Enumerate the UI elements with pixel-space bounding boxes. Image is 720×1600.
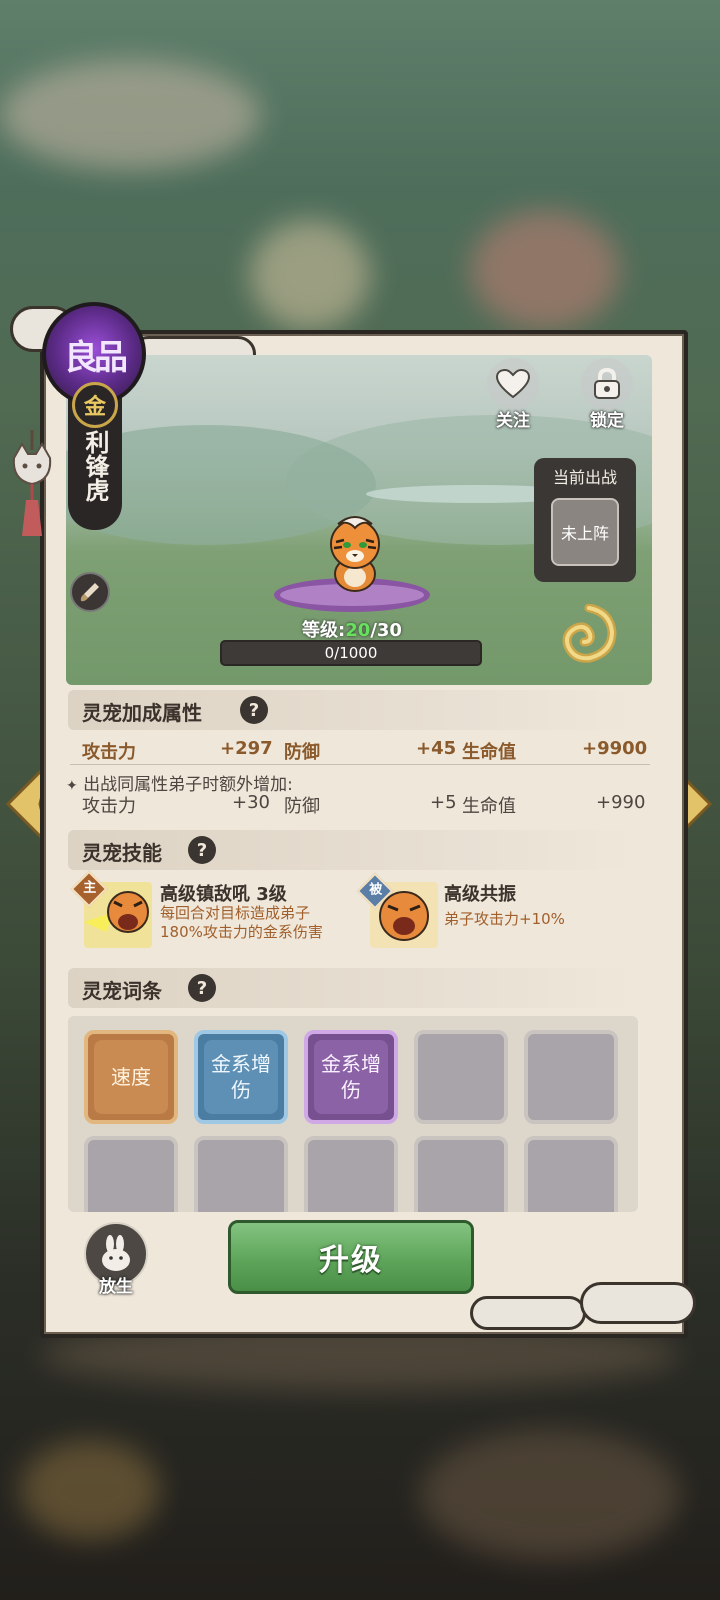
release-button[interactable]: 放生: [80, 1222, 152, 1297]
entry-slot-speed[interactable]: 速度: [84, 1030, 178, 1124]
bonus-defense-value: +5: [430, 792, 457, 813]
attributes-section-header: 灵宠加成属性 ?: [68, 690, 634, 730]
diamond-icon: ✦: [66, 778, 78, 794]
rabbit-icon: [102, 1235, 130, 1271]
attributes-help-icon[interactable]: ?: [240, 696, 268, 724]
deploy-title: 当前出战: [552, 468, 617, 487]
attributes-title: 灵宠加成属性: [82, 701, 202, 725]
passive-skill-name: 高级共振: [444, 884, 516, 905]
entries-help-icon[interactable]: ?: [188, 974, 216, 1002]
cloud-decoration: [580, 1282, 696, 1324]
deploy-slot[interactable]: 未上阵: [551, 498, 619, 566]
level-max: /30: [370, 620, 402, 641]
entry-metal-damage-label: 金系增伤: [204, 1040, 278, 1114]
entries-title: 灵宠词条: [82, 979, 162, 1003]
cat-charm-icon: [12, 430, 52, 536]
bonus-attack-value: +30: [232, 792, 270, 813]
entry-slot-metal-damage-2[interactable]: 金系增伤: [304, 1030, 398, 1124]
level-label: 等级:: [302, 620, 346, 641]
entry-metal-damage-2-label: 金系增伤: [314, 1040, 388, 1114]
skills-title: 灵宠技能: [82, 841, 162, 865]
upgrade-button[interactable]: 升级: [228, 1220, 474, 1294]
entries-section-header: 灵宠词条 ?: [68, 968, 634, 1008]
release-label: 放生: [99, 1277, 133, 1297]
pet-switch-swirl-icon[interactable]: [560, 604, 618, 664]
bonus-hp-value: +990: [596, 792, 646, 813]
active-skill-desc: 每回合对目标造成弟子180%攻击力的金系伤害: [160, 904, 323, 941]
lock-button[interactable]: 锁定: [572, 358, 642, 431]
skills-help-icon[interactable]: ?: [188, 836, 216, 864]
entry-slot-empty[interactable]: [524, 1030, 618, 1124]
heart-icon: [496, 369, 530, 399]
entry-speed-label: 速度: [94, 1040, 168, 1114]
attribute-row: 攻击力 +297 防御 +45 生命值 +9900: [82, 738, 648, 764]
attack-value: +297: [220, 738, 273, 759]
hp-value: +9900: [582, 738, 648, 759]
entry-slot-empty[interactable]: [414, 1030, 508, 1124]
tiger-pet-sprite[interactable]: [322, 514, 388, 594]
skills-section-header: 灵宠技能 ?: [68, 830, 634, 870]
current-deploy-panel: 当前出战 未上阵: [534, 458, 636, 582]
entry-slot-empty[interactable]: [524, 1136, 618, 1212]
entry-slot-empty[interactable]: [194, 1136, 288, 1212]
cloud-decoration: [470, 1296, 586, 1330]
follow-button[interactable]: 关注: [478, 358, 548, 431]
pet-level: 等级:20/30: [220, 616, 484, 642]
bonus-defense-label: 防御: [284, 796, 320, 817]
bonus-attack-label: 攻击力: [82, 796, 136, 817]
defense-value: +45: [416, 738, 457, 759]
level-current: 20: [345, 620, 371, 641]
entries-grid: 速度 金系增伤 金系增伤: [68, 1016, 638, 1212]
lock-icon: [594, 368, 620, 399]
entry-slot-empty[interactable]: [84, 1136, 178, 1212]
hp-label: 生命值: [462, 742, 516, 763]
entry-slot-empty[interactable]: [414, 1136, 508, 1212]
deploy-status: 未上阵: [560, 524, 609, 543]
divider: [70, 764, 650, 765]
rename-brush-button[interactable]: [70, 572, 110, 612]
bonus-hp-label: 生命值: [462, 796, 516, 817]
defense-label: 防御: [284, 742, 320, 763]
pet-name: 利锋虎: [81, 430, 109, 502]
lock-label: 锁定: [590, 411, 624, 431]
attack-label: 攻击力: [82, 742, 136, 763]
brush-icon: [80, 583, 99, 602]
passive-skill-desc: 弟子攻击力+10%: [444, 910, 565, 928]
entry-slot-metal-damage[interactable]: 金系增伤: [194, 1030, 288, 1124]
entry-slot-empty[interactable]: [304, 1136, 398, 1212]
blurred-bottom-nav: [0, 1330, 720, 1600]
element-badge: 金: [72, 382, 118, 428]
follow-label: 关注: [496, 411, 530, 431]
bonus-attribute-row: 攻击力 +30 防御 +5 生命值 +990: [82, 792, 648, 818]
active-skill-name: 高级镇敌吼 3级: [160, 884, 287, 905]
exp-bar: 0/1000: [220, 640, 482, 666]
quality-label: 良品: [64, 337, 128, 378]
element-label: 金: [83, 395, 106, 420]
upgrade-label: 升级: [319, 1243, 383, 1278]
